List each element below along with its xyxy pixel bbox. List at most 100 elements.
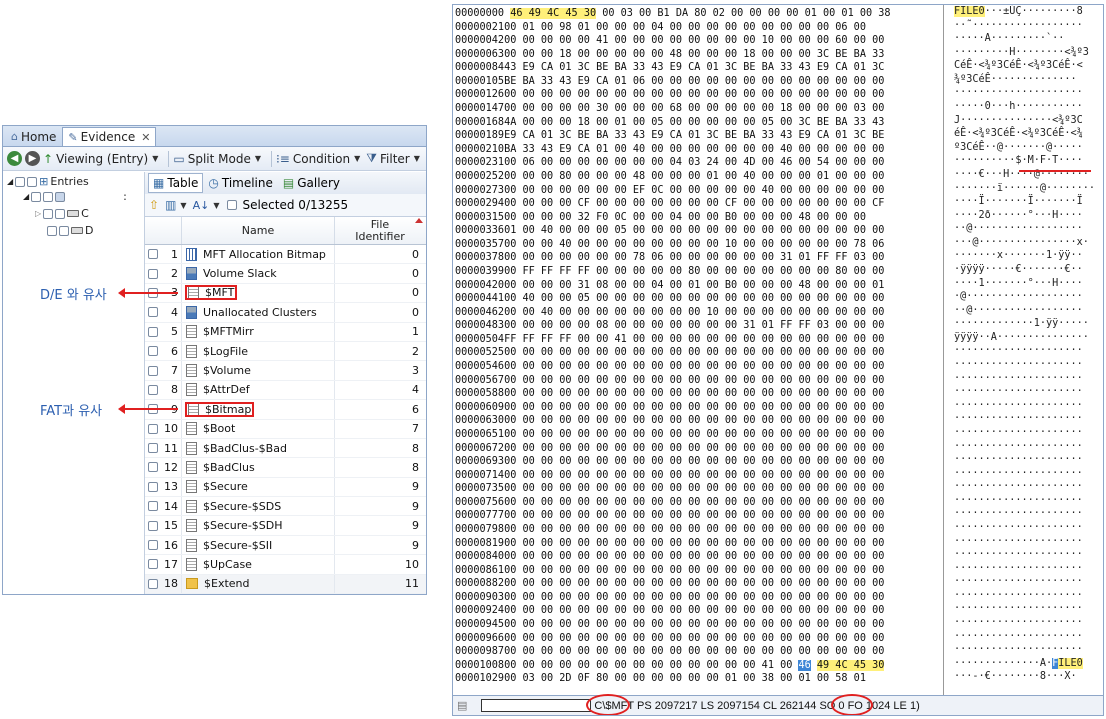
sort-icon[interactable]: A↓: [193, 199, 210, 212]
back-button[interactable]: ◀: [7, 151, 22, 166]
table-row[interactable]: 14 $Secure-$SDS 9: [145, 497, 426, 517]
columns-icon[interactable]: ▥: [165, 198, 176, 212]
hex-line: 0000073500 00 00 00 00 00 00 00 00 00 00…: [453, 482, 943, 496]
row-checkbox[interactable]: [148, 481, 158, 492]
split-mode-dropdown[interactable]: ▭ Split Mode ▼: [173, 152, 261, 166]
checkbox[interactable]: [55, 208, 66, 219]
tree-node-d[interactable]: D: [47, 224, 93, 237]
table-row[interactable]: 12 $BadClus 8: [145, 458, 426, 478]
up-folder-icon[interactable]: ⇧: [149, 198, 159, 212]
row-checkbox[interactable]: [148, 384, 158, 395]
row-checkbox[interactable]: [148, 268, 158, 279]
hex-bytes: 00 00 00 00 00 00 00 00 00 00 00 00 00 0…: [504, 456, 885, 468]
ascii-line: ····2ð······°···H····: [954, 209, 1083, 221]
ascii-line: ·····················: [954, 467, 1083, 479]
table-row[interactable]: 11 $BadClus-$Bad 8: [145, 438, 426, 459]
row-checkbox[interactable]: [148, 559, 158, 570]
hex-line: 0000067200 00 00 00 00 00 00 00 00 00 00…: [453, 442, 943, 456]
checkbox[interactable]: [31, 191, 42, 202]
table-row[interactable]: 1 MFT Allocation Bitmap 0: [145, 245, 426, 265]
file-identifier-cell: 8: [412, 441, 419, 455]
chevron-down-icon[interactable]: ▼: [213, 201, 219, 210]
table-row[interactable]: 4 Unallocated Clusters 0: [145, 303, 426, 323]
table-row[interactable]: 9$Bitmap6: [145, 400, 426, 420]
row-checkbox[interactable]: [148, 540, 158, 551]
view-tabs: ▦ Table ◷ Timeline ▤ Gallery: [145, 172, 426, 194]
row-checkbox[interactable]: [148, 520, 158, 531]
row-checkbox[interactable]: [148, 326, 158, 337]
select-all-checkbox[interactable]: [227, 200, 238, 210]
checkbox[interactable]: [15, 176, 26, 187]
table-row[interactable]: 10 $Boot 7: [145, 419, 426, 439]
tree-node-device[interactable]: ◢:: [23, 190, 127, 203]
name-column-header[interactable]: Name: [182, 217, 335, 244]
file-identifier-cell: 0: [412, 267, 419, 281]
file-icon: [186, 383, 197, 397]
tab-gallery[interactable]: ▤ Gallery: [278, 173, 345, 193]
hex-offset: 00000105: [455, 75, 505, 87]
row-checkbox[interactable]: [148, 443, 158, 454]
checkbox[interactable]: [43, 208, 54, 219]
file-identifier-column-header[interactable]: File Identifier: [335, 217, 425, 244]
entry-name: $BadClus-$Bad: [203, 441, 287, 455]
hex-bytes: 00 00 00 00 00 00 00 00 00 00 00 00 00 0…: [504, 564, 885, 576]
file-identifier-cell: 11: [405, 577, 419, 591]
row-checkbox[interactable]: [148, 423, 158, 434]
filter-dropdown[interactable]: ⧩ Filter ▼: [366, 151, 420, 166]
drive-icon: [71, 227, 83, 234]
table-row[interactable]: 3$MFT0: [145, 283, 426, 304]
chevron-down-icon[interactable]: ▼: [180, 201, 186, 210]
checkbox[interactable]: [59, 225, 69, 236]
table-row[interactable]: 6 $LogFile 2: [145, 341, 426, 362]
ascii-line: ·····················: [954, 630, 1083, 642]
row-checkbox[interactable]: [148, 365, 158, 376]
table-row[interactable]: 18 $Extend 11: [145, 574, 426, 594]
table-row[interactable]: 15 $Secure-$SDH 9: [145, 516, 426, 536]
checkbox[interactable]: [43, 191, 54, 202]
table-row[interactable]: 16 $Secure-$SII 9: [145, 535, 426, 556]
checkbox[interactable]: [47, 225, 57, 236]
file-identifier-cell: 10: [405, 557, 419, 571]
table-row[interactable]: 5 $MFTMirr 1: [145, 322, 426, 342]
ascii-line: ···-·€········8···X·: [954, 671, 1077, 683]
name-wrapper: Volume Slack: [186, 267, 277, 281]
table-row[interactable]: 17 $UpCase 10: [145, 555, 426, 575]
hex-bytes: 00 00 00 00 00 00 00 00 00 00 00 00 00 0…: [504, 401, 885, 413]
tree-node-c[interactable]: ▷ C: [35, 207, 89, 220]
ascii-line: éÊ·<¾º3CéÊ·<¾º3CéÊ·<¾: [954, 128, 1083, 140]
table-row[interactable]: 13 $Secure 9: [145, 477, 426, 498]
condition-dropdown[interactable]: ⁝≡ Condition ▼: [276, 152, 360, 166]
hex-line: 0000037800 00 00 00 00 00 00 78 06 00 00…: [453, 251, 943, 265]
hex-offset: 00000966: [455, 632, 505, 644]
table-row[interactable]: 2 Volume Slack 0: [145, 264, 426, 284]
checkbox[interactable]: [27, 176, 38, 187]
row-checkbox[interactable]: [148, 462, 158, 473]
file-identifier-cell: 8: [412, 460, 419, 474]
ascii-line: ·······x·······1·ÿÿ··: [954, 250, 1083, 262]
table-row[interactable]: 8 $AttrDef 4: [145, 380, 426, 401]
row-checkbox[interactable]: [148, 307, 158, 318]
hex-line: 0000046200 00 40 00 00 00 00 00 00 00 00…: [453, 306, 943, 320]
hex-offset: 00000567: [455, 374, 505, 386]
tab-home[interactable]: ⌂ Home: [5, 127, 62, 146]
tab-table[interactable]: ▦ Table: [148, 173, 204, 193]
forward-button[interactable]: ▶: [25, 151, 40, 166]
viewing-dropdown[interactable]: ↑ Viewing (Entry) ▼: [43, 152, 158, 166]
row-checkbox[interactable]: [148, 501, 158, 512]
condition-icon: ⁝≡: [275, 151, 290, 166]
tab-evidence[interactable]: ✎ Evidence ✕: [62, 127, 157, 146]
table-row[interactable]: 7 $Volume 3: [145, 361, 426, 381]
tab-timeline[interactable]: ◷ Timeline: [203, 173, 278, 193]
hex-offset: 00000441: [455, 293, 505, 305]
row-checkbox[interactable]: [148, 249, 158, 260]
row-checkbox[interactable]: [148, 578, 158, 589]
ascii-line: ·····················: [954, 562, 1083, 574]
row-checkbox[interactable]: [148, 346, 158, 357]
path-redacted-box: [481, 699, 592, 712]
hex-line: 00000105BE BA 33 43 E9 CA 01 06 00 00 00…: [453, 75, 943, 89]
close-icon[interactable]: ✕: [141, 131, 150, 144]
tree-node-entries[interactable]: ◢ ⊞ Entries: [7, 175, 89, 188]
file-identifier-cell: 6: [412, 402, 419, 416]
device-icon: [55, 191, 66, 202]
file-identifier-cell: 2: [412, 344, 419, 358]
